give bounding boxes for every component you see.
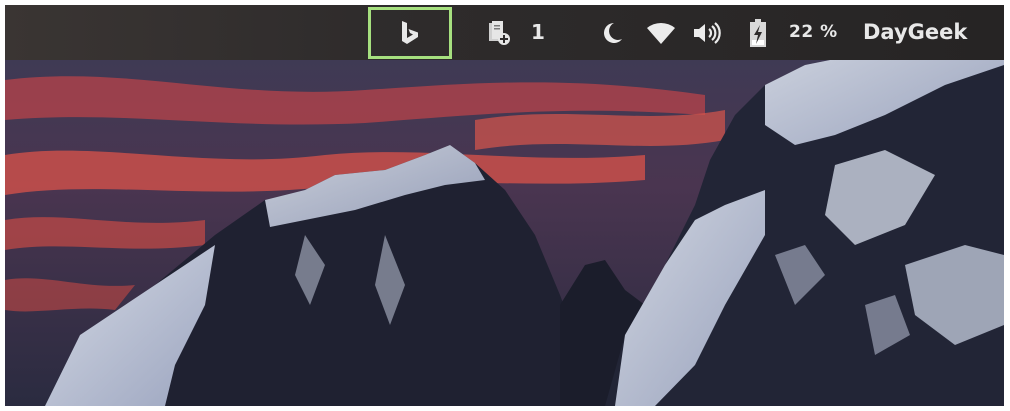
network-indicator[interactable] [645, 5, 677, 60]
mountain-wallpaper [5, 5, 1004, 406]
speaker-icon [694, 21, 721, 44]
bing-icon [402, 21, 418, 44]
documents-count: 1 [531, 20, 545, 44]
moon-icon [604, 22, 622, 43]
battery-indicator[interactable] [747, 5, 769, 60]
desktop: 1 22 % DayGeek [5, 5, 1004, 406]
battery-charging-icon [750, 18, 766, 47]
bing-wallpaper-button[interactable] [368, 7, 452, 59]
volume-indicator[interactable] [691, 5, 725, 60]
wifi-icon [647, 22, 675, 44]
battery-percentage: 22 % [789, 22, 838, 42]
top-panel: 1 22 % DayGeek [5, 5, 1004, 60]
documents-indicator[interactable] [487, 5, 511, 60]
documents-add-icon [489, 20, 510, 45]
user-menu[interactable]: DayGeek [863, 5, 967, 60]
night-light-indicator[interactable] [598, 5, 626, 60]
